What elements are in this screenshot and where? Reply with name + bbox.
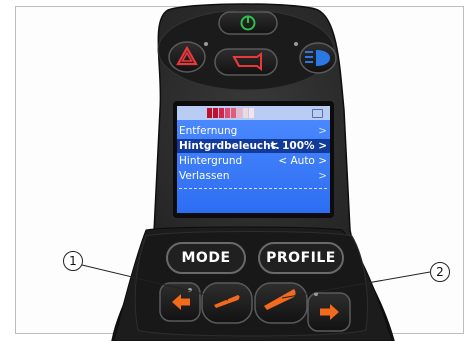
speed-decrease-button[interactable] [201, 282, 253, 324]
profile-icon [312, 109, 323, 118]
battery-segment [243, 108, 248, 118]
menu-item-label: Hintgrdbeleucht. [179, 140, 280, 152]
menu-item[interactable]: Verlassen > [177, 169, 330, 183]
lcd-display: Entfernung > Hintgrdbeleucht. < 100% > Hinte… [177, 106, 330, 213]
battery-segment [213, 108, 218, 118]
hazard-button[interactable] [168, 41, 206, 73]
mode-button[interactable]: MODE [166, 242, 246, 274]
menu-item-arrow: > [318, 125, 327, 137]
menu-item[interactable]: Hintgrdbeleucht. < 100% > [177, 139, 330, 153]
battery-segment [225, 108, 230, 118]
battery-level-bar [207, 108, 254, 118]
menu-item[interactable]: Entfernung > [177, 124, 330, 138]
battery-segment [219, 108, 224, 118]
menu-item-label: Entfernung [179, 125, 238, 137]
power-button[interactable] [218, 11, 278, 35]
callout-1: 1 [63, 251, 83, 271]
profile-button[interactable]: PROFILE [258, 242, 344, 274]
right-arrow-button[interactable] [307, 292, 351, 332]
horn-button[interactable] [214, 48, 278, 76]
lights-button[interactable] [299, 42, 337, 74]
indicator-dot-left [204, 42, 208, 46]
callout-2: 2 [430, 262, 450, 282]
menu-item-value: < Auto > [278, 155, 327, 167]
indicator-dot-right [294, 42, 298, 46]
battery-segment [207, 108, 212, 118]
battery-segment [249, 108, 254, 118]
battery-segment [231, 108, 236, 118]
menu-item-label: Hintergrund [179, 155, 243, 167]
speed-increase-button[interactable] [254, 282, 308, 324]
battery-segment [237, 108, 242, 118]
menu-item[interactable]: Hintergrund < Auto > [177, 154, 330, 168]
menu-item-arrow: > [318, 170, 327, 182]
display-divider [179, 188, 327, 189]
menu-item-value: < 100% > [269, 140, 327, 152]
menu-item-label: Verlassen [179, 170, 230, 182]
display-status-bar [177, 106, 330, 120]
